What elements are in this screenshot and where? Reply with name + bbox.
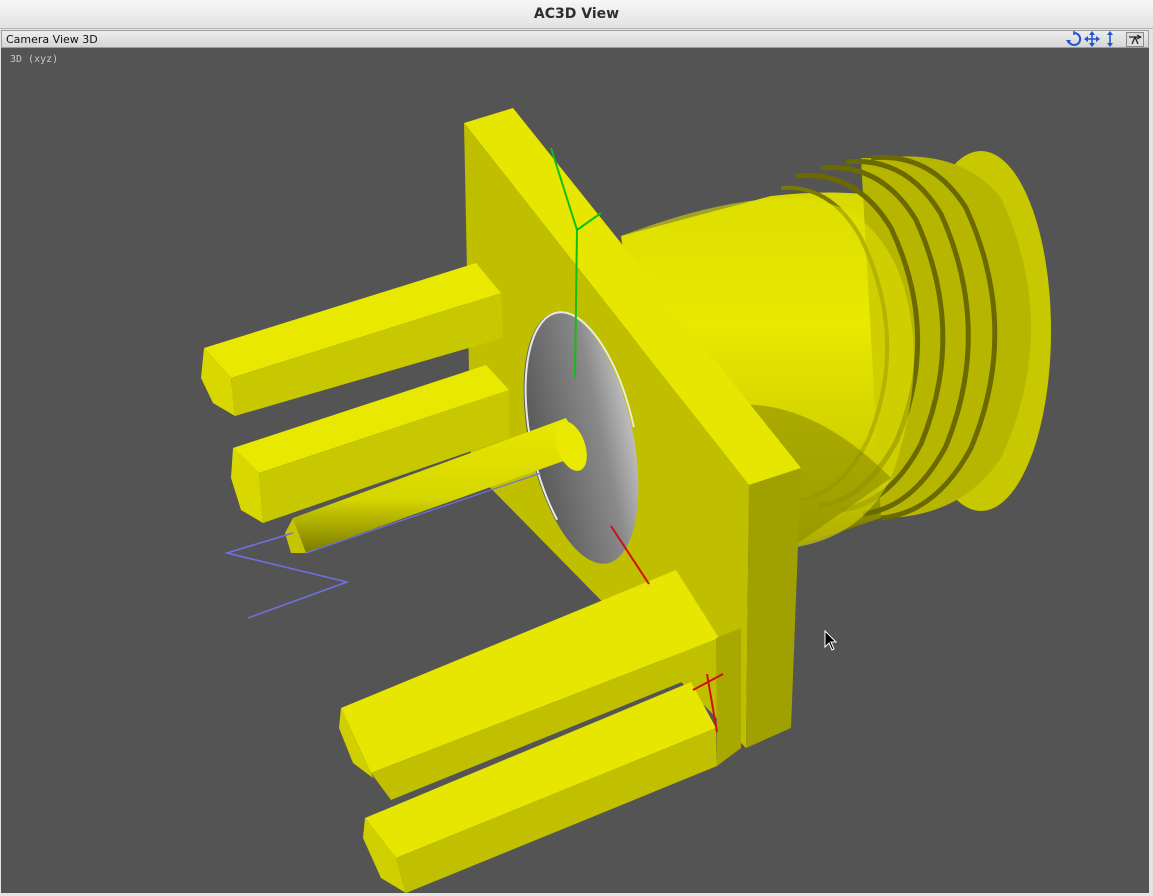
mouse-pointer-icon <box>824 630 838 651</box>
model-scene <box>201 108 1051 893</box>
lower-square-pins <box>339 570 741 893</box>
view-toolbar: Camera View 3D <box>1 30 1149 48</box>
view-tools <box>1066 31 1144 47</box>
move-arrows-icon[interactable] <box>1084 31 1100 47</box>
app-window: AC3D View Camera View 3D 3D (xyz) <box>0 0 1153 896</box>
window-title: AC3D View <box>533 6 620 22</box>
camera-options-icon[interactable] <box>1126 31 1144 47</box>
title-bar[interactable]: AC3D View <box>0 0 1153 29</box>
view-name-label: Camera View 3D <box>6 32 98 46</box>
rotate-arrows-icon[interactable] <box>1066 31 1082 47</box>
3d-viewport[interactable]: 3D (xyz) <box>1 48 1149 893</box>
vertical-arrows-icon[interactable] <box>1102 31 1118 47</box>
